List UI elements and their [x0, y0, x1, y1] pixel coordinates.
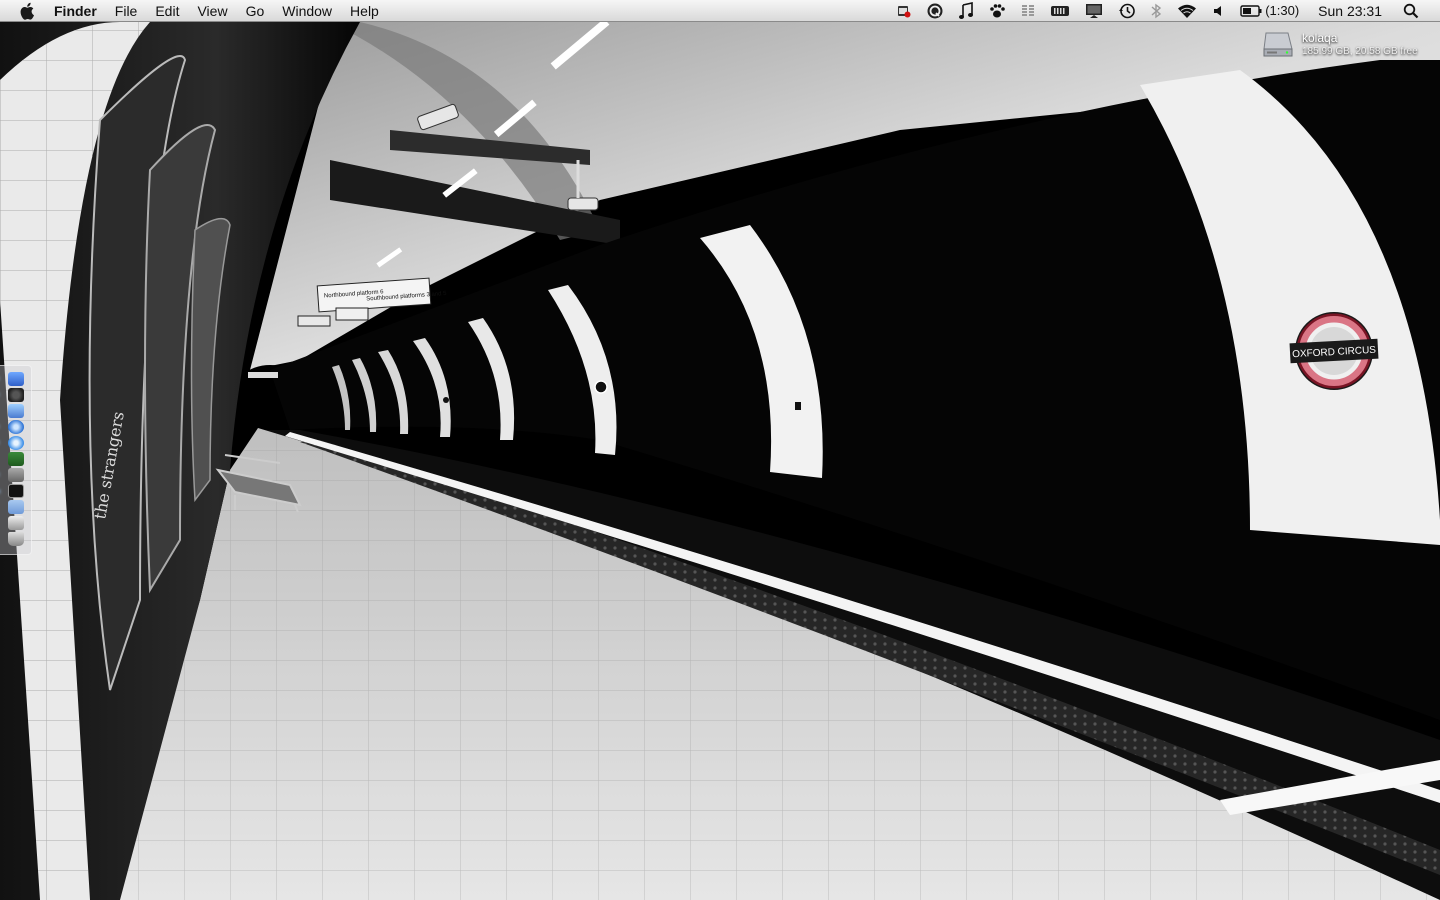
bluetooth-icon[interactable]	[1150, 0, 1162, 22]
quicksilver-icon[interactable]	[926, 0, 944, 22]
apple-menu-icon[interactable]	[18, 2, 38, 20]
dock-item-preview[interactable]	[7, 404, 24, 418]
battery-time: (1:30)	[1265, 3, 1300, 18]
menubar-clock[interactable]: Sun 23:31	[1318, 3, 1382, 19]
menu-help[interactable]: Help	[341, 0, 388, 22]
menu-window[interactable]: Window	[273, 0, 341, 22]
disk-info: 185.99 GB, 20.58 GB free	[1302, 46, 1418, 57]
dock-item-folder[interactable]	[7, 500, 24, 514]
desktop-disk-icon[interactable]: kolaqa 185.99 GB, 20.58 GB free	[1262, 31, 1418, 59]
dock-item-utilities[interactable]	[7, 468, 24, 482]
menu-meters-icon[interactable]	[1020, 0, 1036, 22]
dock-item-print[interactable]	[7, 516, 24, 530]
dock-item-itunes[interactable]	[7, 436, 24, 450]
menu-file[interactable]: File	[106, 0, 147, 22]
volume-icon[interactable]	[1212, 0, 1226, 22]
spotlight-icon[interactable]	[1403, 0, 1419, 22]
calendar-badge-icon[interactable]	[896, 0, 912, 22]
battery-icon[interactable]: (1:30)	[1240, 0, 1299, 22]
menu-app-finder[interactable]: Finder	[52, 0, 106, 22]
time-machine-icon[interactable]	[1118, 0, 1136, 22]
dock-item-network[interactable]	[7, 452, 24, 466]
memory-icon[interactable]	[1050, 0, 1070, 22]
dock-item-finder[interactable]	[7, 372, 24, 386]
menu-go[interactable]: Go	[237, 0, 274, 22]
dock-item-terminal[interactable]	[7, 484, 24, 498]
desktop-wallpaper: OXFORD CIRCUS the strangers Northbound p…	[0, 0, 1440, 900]
menu-view[interactable]: View	[188, 0, 236, 22]
display-icon[interactable]	[1084, 0, 1104, 22]
wifi-icon[interactable]	[1176, 0, 1198, 22]
hard-drive-icon	[1263, 32, 1293, 57]
itunes-note-icon[interactable]	[958, 0, 974, 22]
menu-bar: Finder File Edit View Go Window Help (1:…	[0, 0, 1440, 22]
dock-item-trash[interactable]	[7, 532, 24, 546]
dock-item-dashboard[interactable]	[7, 388, 24, 402]
dock-item-safari[interactable]	[7, 420, 24, 434]
disk-name: kolaqa	[1302, 31, 1338, 45]
dock	[0, 365, 32, 555]
menu-edit[interactable]: Edit	[146, 0, 188, 22]
growl-paw-icon[interactable]	[988, 0, 1006, 22]
